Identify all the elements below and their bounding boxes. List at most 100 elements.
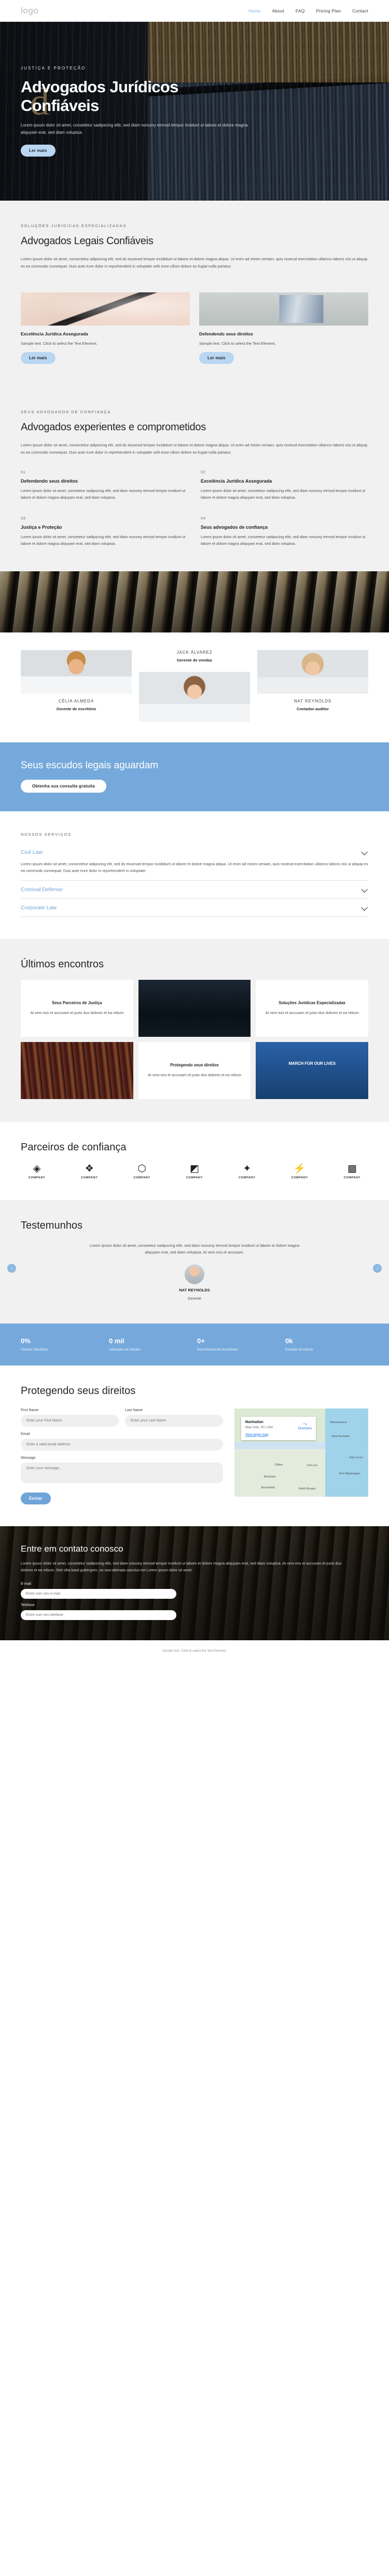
hero-read-more-button[interactable]: Ler mais: [21, 145, 55, 157]
blog-tile-title: Protegendo seus direitos: [170, 1063, 219, 1068]
feature-number: 03: [21, 515, 26, 520]
feature-item: 01 Defendendo seus direitos Lorem ipsum …: [21, 470, 188, 501]
map-view-larger-link[interactable]: View larger map: [245, 1433, 312, 1437]
hero-content: JUSTIÇA E PROTEÇÃO Advogados Jurídicos C…: [0, 66, 389, 157]
copyright-text: Sample text. Click to select the Text El…: [162, 1649, 227, 1653]
team-member-role: Contador-auditor: [296, 706, 329, 711]
blog-tile[interactable]: Seus Parceiros de Justiça At vero eos et…: [21, 979, 133, 1037]
first-name-input[interactable]: [21, 1415, 119, 1427]
features-eyebrow: SEUS ADVOGADOS DE CONFIANÇA: [21, 410, 112, 415]
footer-email-label: E-mail: [21, 1582, 31, 1586]
main-navigation: Home About FAQ Pricing Plan Contact: [248, 8, 368, 13]
carousel-next-icon[interactable]: ›: [373, 1264, 382, 1273]
card-title: Defendendo seus direitos: [199, 331, 253, 337]
partner-logo[interactable]: ▩ COMPANY: [336, 1164, 368, 1179]
stat-label: Reconhecimento de prêmios: [197, 1347, 238, 1352]
service-card: Defendendo seus direitos Sample text. Cl…: [199, 292, 368, 364]
blog-tile-image-police[interactable]: [138, 980, 251, 1037]
stat-value: 0%: [21, 1336, 31, 1345]
partner-logo[interactable]: ◈ COMPANY: [21, 1164, 53, 1179]
blog-tile[interactable]: Soluções Jurídicas Especializadas At ver…: [256, 979, 368, 1037]
card-read-more-button[interactable]: Ler mais: [199, 352, 234, 364]
contact-section: Protegendo seus direitos First Name Last…: [0, 1366, 389, 1527]
contact-submit-button[interactable]: Enviar: [21, 1493, 51, 1505]
accordion-header[interactable]: Civil Law: [21, 849, 368, 855]
stat-item: 0k Exemplo de Cliente: [285, 1337, 368, 1352]
carousel-prev-icon[interactable]: ‹: [7, 1264, 16, 1273]
nav-item-contact[interactable]: Contact: [352, 8, 368, 13]
intro-title: Advogados Legais Confiáveis: [21, 235, 154, 247]
map-directions-button[interactable]: ⤳ Directions: [298, 1421, 312, 1430]
message-textarea[interactable]: [21, 1462, 223, 1484]
blog-tile-image-protest[interactable]: [256, 1042, 368, 1099]
team-section: CÉLIA ALMEDA Gerente de escritório JACK …: [0, 632, 389, 742]
nav-item-about[interactable]: About: [272, 8, 284, 13]
accordion-header[interactable]: Criminal Defense: [21, 886, 368, 893]
blog-tile-title: Seus Parceiros de Justiça: [52, 1001, 102, 1006]
partner-name: COMPANY: [291, 1176, 308, 1179]
chevron-down-icon[interactable]: [361, 886, 368, 893]
feature-text: Lorem ipsum dolor sit amet, consetetur s…: [201, 488, 366, 500]
copyright-bar: Sample text. Click to select the Text El…: [0, 1640, 389, 1659]
testimonials-title: Testemunhos: [21, 1219, 82, 1231]
cta-consultation-button[interactable]: Obtenha sua consulta gratuita: [21, 779, 106, 793]
accordion-item-civil-law[interactable]: Civil Law Lorem ipsum dolor sit amet, co…: [21, 843, 368, 881]
card-read-more-button[interactable]: Ler mais: [21, 352, 55, 364]
card-text: Sample text. Click to select the Text El…: [21, 341, 98, 346]
feature-item: 03 Justiça e Proteção Lorem ipsum dolor …: [21, 516, 188, 547]
accordion-item-corporate-law[interactable]: Corporate Law: [21, 899, 368, 917]
stat-value: 0+: [197, 1336, 205, 1345]
message-label: Message: [21, 1456, 36, 1460]
last-name-input[interactable]: [125, 1415, 223, 1427]
email-label: Email: [21, 1432, 30, 1437]
card-image-justice-scale: [199, 292, 368, 326]
intro-body: Lorem ipsum dolor sit amet, consectetur …: [21, 257, 368, 269]
partner-mark-icon: ⚡: [293, 1163, 306, 1174]
footer-title: Entre em contato conosco: [21, 1544, 123, 1554]
location-map[interactable]: Mamaroneck New Rochelle Glen Cove Clifto…: [234, 1409, 368, 1497]
feature-text: Lorem ipsum dolor sit amet, consetetur s…: [21, 488, 186, 500]
blog-tile[interactable]: Protegendo seus direitos At vero eos et …: [138, 1041, 251, 1099]
stat-label: Exemplo de Cliente: [285, 1347, 313, 1352]
accordion-item-criminal-defense[interactable]: Criminal Defense: [21, 881, 368, 899]
card-title: Excelência Jurídica Assegurada: [21, 331, 88, 337]
blog-tile-text: At vero eos et accusam et justo duo dolo…: [30, 1010, 124, 1015]
team-member-role: Gerente de escritório: [56, 706, 96, 711]
map-label: Montclair: [263, 1475, 276, 1479]
footer-email-input[interactable]: [21, 1589, 176, 1599]
feature-title: Excelência Jurídica Assegurada: [201, 478, 272, 484]
map-label: Port Washington: [339, 1472, 360, 1475]
partner-logo[interactable]: ◩ COMPANY: [178, 1164, 211, 1179]
features-body: Lorem ipsum dolor sit amet, consectetur …: [21, 443, 368, 455]
feature-number: 01: [21, 469, 26, 474]
partner-logo[interactable]: ⬡ COMPANY: [126, 1164, 158, 1179]
service-cards-section: Excelência Jurídica Assegurada Sample te…: [0, 292, 389, 387]
last-name-label: Last Name: [125, 1409, 143, 1413]
avatar: [185, 1264, 204, 1284]
accordion-header[interactable]: Corporate Law: [21, 904, 368, 911]
testimonial-quote: Lorem ipsum dolor sit amet, consetetur s…: [89, 1243, 300, 1255]
footer-section: Entre em contato conosco Lorem ipsum dol…: [0, 1526, 389, 1641]
blog-grid: Seus Parceiros de Justiça At vero eos et…: [21, 979, 368, 1099]
map-label: North Bergen: [298, 1487, 316, 1490]
partner-logo[interactable]: ✦ COMPANY: [231, 1164, 263, 1179]
site-logo[interactable]: logo: [21, 6, 38, 16]
nav-item-pricing-plan[interactable]: Pricing Plan: [316, 8, 341, 13]
partner-mark-icon: ◈: [33, 1163, 41, 1174]
partner-mark-icon: ✦: [243, 1163, 252, 1174]
hero-eyebrow: JUSTIÇA E PROTEÇÃO: [21, 65, 86, 71]
footer-phone-label: Telefone: [21, 1603, 35, 1608]
nav-item-home[interactable]: Home: [248, 8, 260, 13]
footer-phone-input[interactable]: [21, 1610, 176, 1621]
partner-name: COMPANY: [28, 1176, 46, 1179]
partner-logo[interactable]: ⚡ COMPANY: [284, 1164, 316, 1179]
blog-tile-image-books[interactable]: [21, 1041, 133, 1099]
chevron-down-icon[interactable]: [361, 904, 368, 911]
map-directions-label: Directions: [298, 1427, 312, 1430]
card-text: Sample text. Click to select the Text El…: [199, 341, 276, 346]
nav-item-faq[interactable]: FAQ: [296, 8, 305, 13]
email-input[interactable]: [21, 1439, 223, 1451]
hero-title: Advogados Jurídicos Confiáveis: [21, 77, 178, 115]
chevron-down-icon[interactable]: [361, 849, 368, 855]
partner-logo[interactable]: ❖ COMPANY: [73, 1164, 105, 1179]
